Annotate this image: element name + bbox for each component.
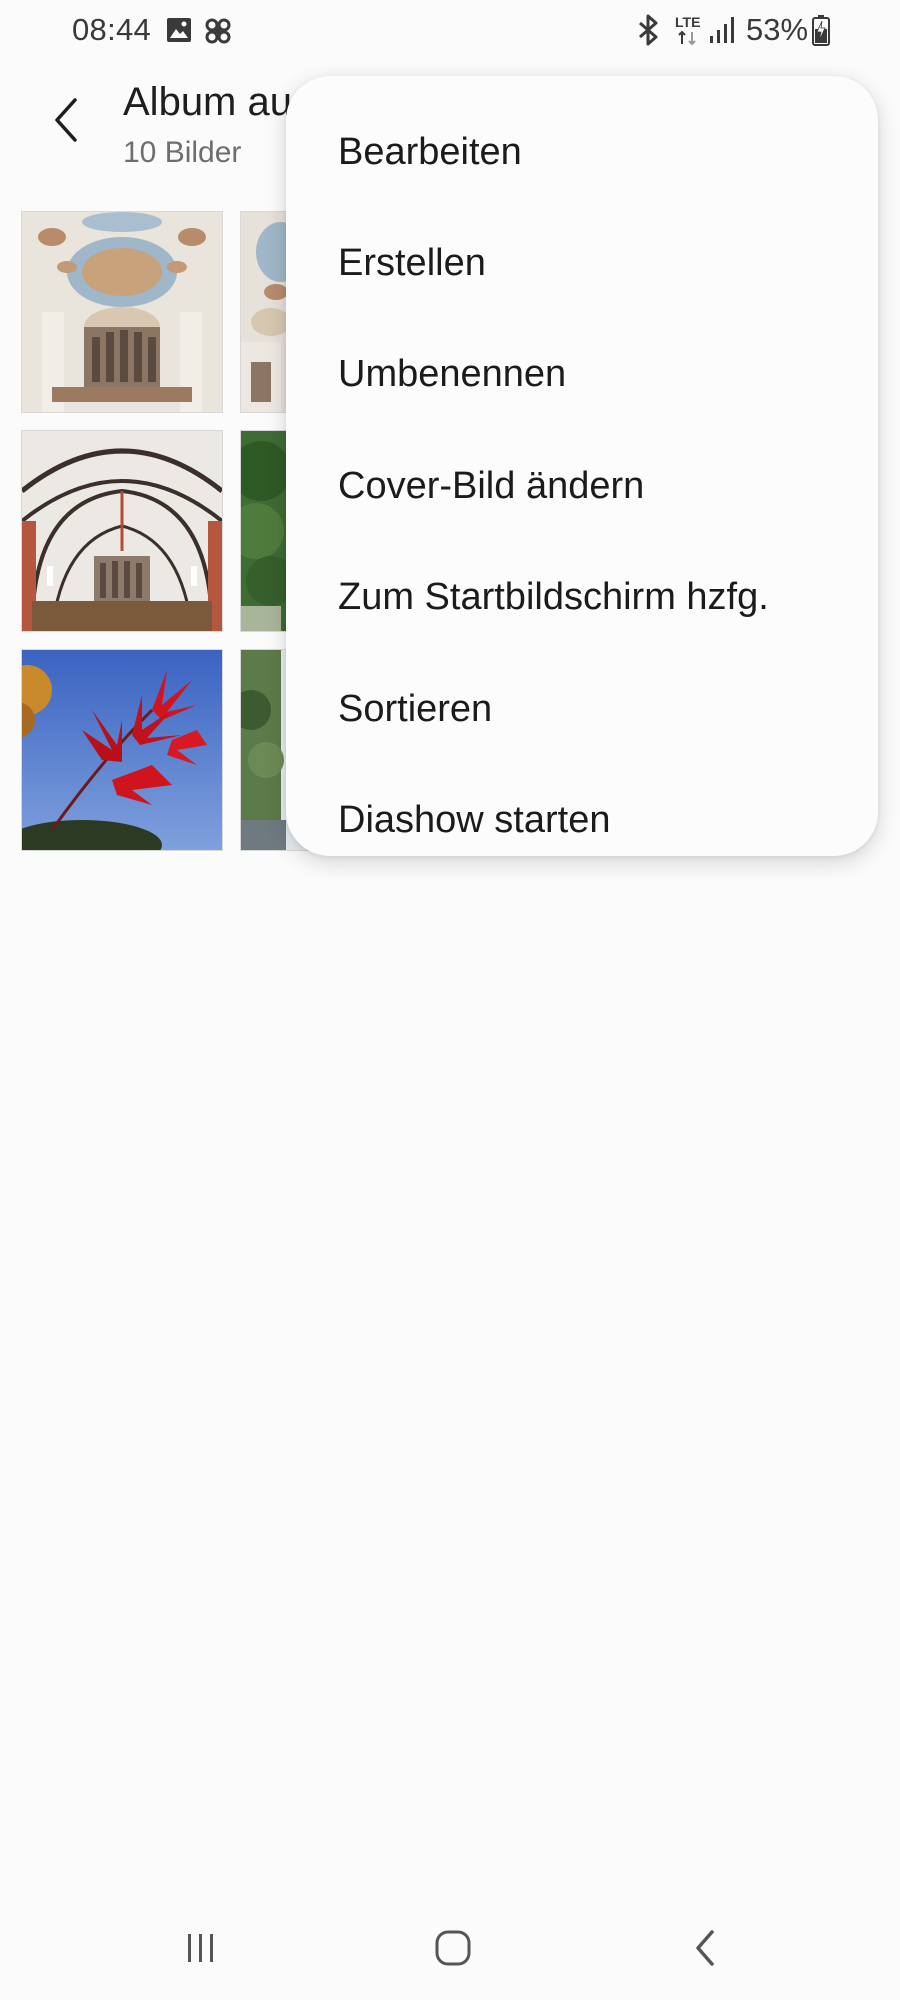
nav-back-button[interactable] bbox=[665, 1920, 745, 1980]
fan-notification-icon bbox=[204, 17, 232, 50]
menu-item-rename[interactable]: Umbenennen bbox=[286, 319, 878, 430]
home-icon bbox=[433, 1928, 473, 1973]
menu-item-sort[interactable]: Sortieren bbox=[286, 654, 878, 765]
thumbnail-baroque-church-ceiling-organ[interactable] bbox=[21, 211, 223, 413]
chevron-left-icon bbox=[51, 96, 81, 149]
status-time: 08:44 bbox=[72, 12, 152, 47]
recent-apps-icon bbox=[184, 1931, 218, 1970]
recent-apps-button[interactable] bbox=[161, 1920, 241, 1980]
menu-item-edit[interactable]: Bearbeiten bbox=[286, 97, 878, 208]
status-bar: 08:44 LTE 53% bbox=[0, 0, 900, 62]
thumbnail-red-leaves-blue-sky[interactable] bbox=[21, 649, 223, 851]
navigation-bar bbox=[0, 1900, 900, 2000]
gallery-album-screen: 08:44 LTE 53% Album au 10 Bilder Bearbei… bbox=[0, 0, 900, 2000]
menu-item-change-cover[interactable]: Cover-Bild ändern bbox=[286, 431, 878, 542]
battery-percent: 53% bbox=[746, 12, 809, 47]
options-menu: Bearbeiten Erstellen Umbenennen Cover-Bi… bbox=[286, 76, 878, 856]
lte-label: LTE bbox=[675, 14, 700, 30]
back-icon bbox=[692, 1928, 718, 1973]
battery-charging-icon bbox=[812, 14, 830, 51]
menu-item-start-slideshow[interactable]: Diashow starten bbox=[286, 765, 878, 856]
back-button[interactable] bbox=[36, 92, 96, 152]
bluetooth-icon bbox=[636, 14, 662, 51]
album-title: Album au bbox=[123, 80, 292, 124]
thumbnail-gothic-church-vault-organ[interactable] bbox=[21, 430, 223, 632]
album-image-count: 10 Bilder bbox=[123, 136, 242, 169]
signal-icon bbox=[708, 16, 736, 49]
menu-item-add-to-home-screen[interactable]: Zum Startbildschirm hzfg. bbox=[286, 542, 878, 653]
home-button[interactable] bbox=[413, 1920, 493, 1980]
lte-icon: LTE bbox=[674, 12, 704, 51]
gallery-notification-icon bbox=[166, 17, 192, 48]
menu-item-create[interactable]: Erstellen bbox=[286, 208, 878, 319]
